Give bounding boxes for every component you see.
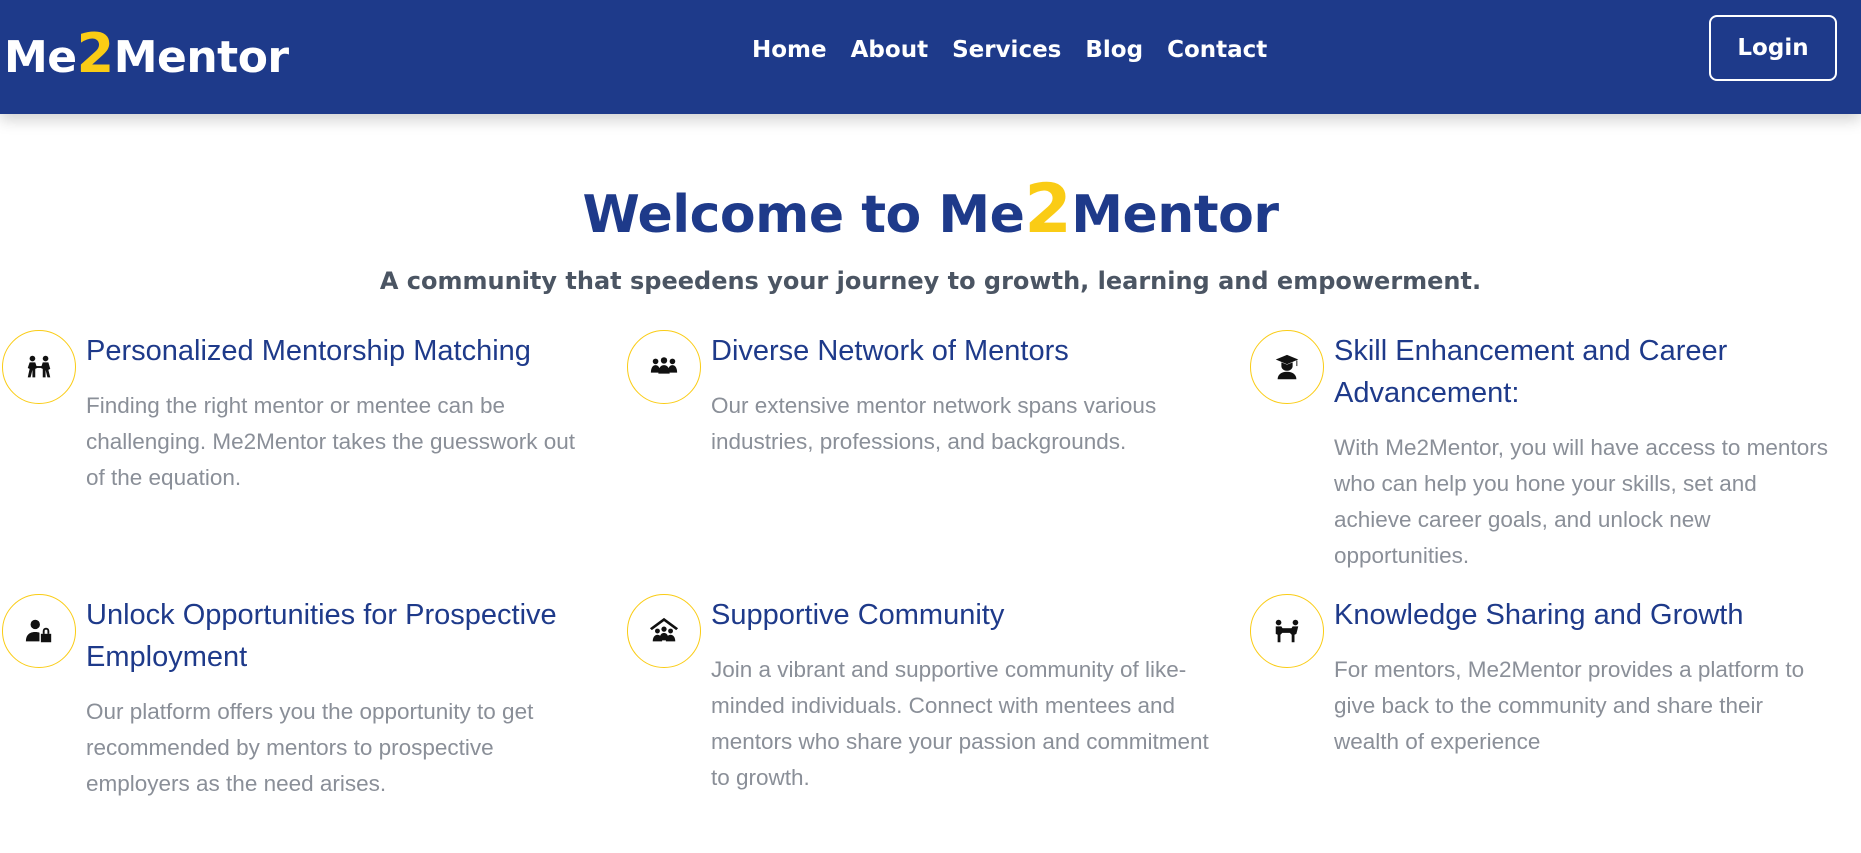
- graduate-icon: [1250, 330, 1324, 404]
- feature-title: Knowledge Sharing and Growth: [1334, 599, 1744, 631]
- hero-subtitle: A community that speedens your journey t…: [379, 267, 1482, 295]
- hero-title: Welcome to Me2Mentor: [0, 170, 1861, 255]
- feature-text: Finding the right mentor or mentee can b…: [86, 393, 576, 490]
- feature-title: Personalized Mentorship Matching: [86, 335, 531, 367]
- feature-text: Our extensive mentor network spans vario…: [711, 393, 1157, 454]
- mentorship-matching-icon: [2, 330, 76, 404]
- user-lock-icon: [2, 594, 76, 668]
- nav-contact-link[interactable]: Contact: [1167, 34, 1267, 66]
- feature-title: Diverse Network of Mentors: [711, 335, 1069, 367]
- brand-prefix: Me: [4, 32, 77, 83]
- hero-title-prefix: Welcome to Me: [582, 185, 1025, 245]
- feature-text: Join a vibrant and supportive community …: [711, 657, 1209, 790]
- feature-text: Our platform offers you the opportunity …: [86, 699, 534, 796]
- brand-suffix: Mentor: [113, 32, 289, 83]
- nav-services-link[interactable]: Services: [952, 34, 1061, 66]
- feature-title: Unlock Opportunities for Prospective Emp…: [86, 599, 557, 673]
- feature-title: Supportive Community: [711, 599, 1005, 631]
- top-navbar: Me2Mentor Home About Services Blog Conta…: [0, 0, 1861, 114]
- community-roof-icon: [627, 594, 701, 668]
- feature-text: For mentors, Me2Mentor provides a platfo…: [1334, 657, 1805, 754]
- hero-title-suffix: Mentor: [1071, 185, 1279, 245]
- nav-about-link[interactable]: About: [851, 34, 928, 66]
- brand-logo[interactable]: Me2Mentor: [4, 26, 289, 86]
- knowledge-sharing-icon: [1250, 594, 1324, 668]
- main-nav: Home About Services Blog Contact: [752, 34, 1267, 66]
- nav-home-link[interactable]: Home: [752, 34, 827, 66]
- feature-text: With Me2Mentor, you will have access to …: [1334, 435, 1828, 568]
- feature-title: Skill Enhancement and Career Advancement…: [1334, 335, 1728, 409]
- network-group-icon: [627, 330, 701, 404]
- brand-highlight: 2: [76, 22, 115, 85]
- login-button[interactable]: Login: [1709, 15, 1837, 81]
- nav-blog-link[interactable]: Blog: [1085, 34, 1143, 66]
- hero-title-highlight: 2: [1024, 170, 1072, 249]
